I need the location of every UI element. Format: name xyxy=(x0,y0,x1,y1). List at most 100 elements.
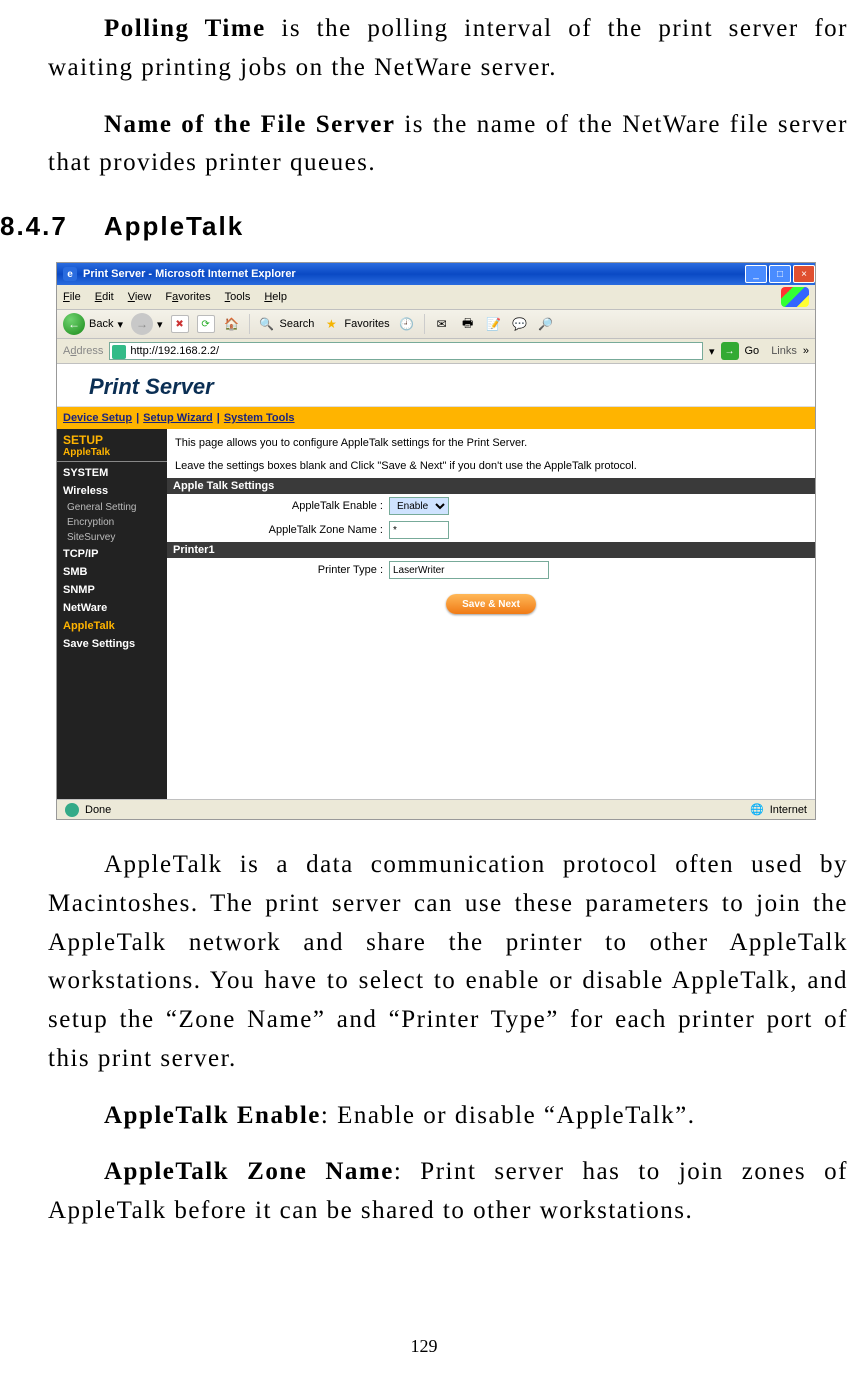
maximize-button[interactable]: □ xyxy=(769,265,791,283)
tab-sep-2: | xyxy=(217,412,220,424)
sidebar-item-save-settings[interactable]: Save Settings xyxy=(57,635,167,653)
history-button[interactable]: 🕘 xyxy=(398,315,416,333)
sidebar-separator xyxy=(57,461,167,462)
paragraph-file-server: Name of the File Server is the name of t… xyxy=(48,106,848,184)
row-appletalk-enable: AppleTalk Enable : Enable xyxy=(167,494,815,518)
tab-sep: | xyxy=(136,412,139,424)
status-done-text: Done xyxy=(85,804,111,816)
term-polling-time: Polling Time xyxy=(104,15,266,42)
address-label: Address xyxy=(63,345,103,357)
sidebar-item-appletalk[interactable]: AppleTalk xyxy=(57,617,167,635)
section-title: AppleTalk xyxy=(104,211,244,241)
ie-app-icon: e xyxy=(63,267,77,281)
forward-button[interactable]: → ▾ xyxy=(131,313,163,335)
menu-tools[interactable]: Tools xyxy=(225,291,251,303)
search-label: Search xyxy=(280,318,315,330)
brand-row: Print Server xyxy=(57,364,815,407)
sidebar-item-system[interactable]: SYSTEM xyxy=(57,464,167,482)
sidebar-sub-encryption[interactable]: Encryption xyxy=(57,515,167,530)
tab-strip: Device Setup | Setup Wizard | System Too… xyxy=(57,407,815,429)
window-title: Print Server - Microsoft Internet Explor… xyxy=(83,268,296,280)
label-appletalk-enable: AppleTalk Enable : xyxy=(173,500,383,512)
sidebar-item-wireless[interactable]: Wireless xyxy=(57,482,167,500)
sidebar-sub-general[interactable]: General Setting xyxy=(57,500,167,515)
refresh-button[interactable]: ⟳ xyxy=(197,315,215,333)
forward-dropdown-icon: ▾ xyxy=(157,318,163,331)
menu-favorites[interactable]: Favorites xyxy=(165,291,210,303)
sidebar-head: SETUP xyxy=(57,429,167,447)
tab-device-setup[interactable]: Device Setup xyxy=(63,412,132,424)
appletalk-enable-desc: : Enable or disable “AppleTalk”. xyxy=(321,1102,696,1129)
links-label[interactable]: Links xyxy=(771,345,797,357)
page-number: 129 xyxy=(411,1336,438,1357)
label-zone-name: AppleTalk Zone Name : xyxy=(173,524,383,536)
term-appletalk-zone: AppleTalk Zone Name xyxy=(104,1158,394,1185)
menu-edit[interactable]: Edit xyxy=(95,291,114,303)
sidebar-item-tcpip[interactable]: TCP/IP xyxy=(57,545,167,563)
links-chevron-icon: » xyxy=(803,345,809,357)
sidebar-item-smb[interactable]: SMB xyxy=(57,563,167,581)
input-printer-type[interactable] xyxy=(389,561,549,579)
forward-icon: → xyxy=(131,313,153,335)
back-icon: ← xyxy=(63,313,85,335)
sidebar: SETUP AppleTalk SYSTEM Wireless General … xyxy=(57,429,167,799)
sidebar-item-netware[interactable]: NetWare xyxy=(57,599,167,617)
address-input[interactable] xyxy=(109,342,703,360)
paragraph-polling-time: Polling Time is the polling interval of … xyxy=(48,10,848,88)
home-button[interactable]: 🏠 xyxy=(223,315,241,333)
stop-button[interactable]: ✖ xyxy=(171,315,189,333)
internet-zone-icon: 🌐 xyxy=(750,803,764,816)
back-button[interactable]: ← Back ▾ xyxy=(63,313,123,335)
menu-file[interactable]: File xyxy=(63,291,81,303)
favorites-button[interactable]: ★ Favorites xyxy=(322,315,389,333)
windows-flag-icon xyxy=(781,287,809,307)
sidebar-sub-sitesurvey[interactable]: SiteSurvey xyxy=(57,530,167,545)
discuss-button[interactable]: 💬 xyxy=(511,315,529,333)
menu-view[interactable]: View xyxy=(128,291,152,303)
menu-bar: File Edit View Favorites Tools Help xyxy=(57,285,815,310)
address-bar: Address ▾ → Go Links » xyxy=(57,339,815,364)
save-next-button[interactable]: Save & Next xyxy=(446,594,536,614)
paragraph-appletalk-enable: AppleTalk Enable: Enable or disable “App… xyxy=(48,1097,848,1136)
section-number: 8.4.7 xyxy=(0,211,68,241)
minimize-button[interactable]: _ xyxy=(745,265,767,283)
close-button[interactable]: × xyxy=(793,265,815,283)
star-icon: ★ xyxy=(322,315,340,333)
toolbar-separator xyxy=(249,314,250,334)
back-label: Back xyxy=(89,318,113,330)
address-dropdown-icon[interactable]: ▾ xyxy=(709,345,715,358)
go-label: Go xyxy=(745,345,760,357)
research-button[interactable]: 🔎 xyxy=(537,315,555,333)
toolbar-separator-2 xyxy=(424,314,425,334)
go-button[interactable]: → xyxy=(721,342,739,360)
menu-help[interactable]: Help xyxy=(264,291,287,303)
input-zone-name[interactable] xyxy=(389,521,449,539)
select-appletalk-enable[interactable]: Enable xyxy=(389,497,449,515)
section-printer1: Printer1 xyxy=(167,542,815,558)
paragraph-appletalk-desc: AppleTalk is a data communication protoc… xyxy=(48,846,848,1079)
print-button[interactable]: 🖶 xyxy=(459,315,477,333)
term-appletalk-enable: AppleTalk Enable xyxy=(104,1102,321,1129)
term-file-server: Name of the File Server xyxy=(104,111,396,138)
label-printer-type: Printer Type : xyxy=(173,564,383,576)
sidebar-item-snmp[interactable]: SNMP xyxy=(57,581,167,599)
status-bar: Done 🌐 Internet xyxy=(57,799,815,819)
back-dropdown-icon: ▾ xyxy=(117,318,123,331)
status-zone-text: Internet xyxy=(770,804,807,816)
window-titlebar: e Print Server - Microsoft Internet Expl… xyxy=(57,263,815,285)
mail-button[interactable]: ✉ xyxy=(433,315,451,333)
tab-system-tools[interactable]: System Tools xyxy=(224,412,295,424)
edit-button[interactable]: 📝 xyxy=(485,315,503,333)
paragraph-appletalk-zone: AppleTalk Zone Name: Print server has to… xyxy=(48,1153,848,1231)
search-button[interactable]: 🔍 Search xyxy=(258,315,315,333)
intro-text: This page allows you to configure AppleT… xyxy=(167,429,815,478)
address-page-icon xyxy=(112,345,126,359)
search-icon: 🔍 xyxy=(258,315,276,333)
status-done-icon xyxy=(65,803,79,817)
section-appletalk-settings: Apple Talk Settings xyxy=(167,478,815,494)
row-printer-type: Printer Type : xyxy=(167,558,815,582)
row-zone-name: AppleTalk Zone Name : xyxy=(167,518,815,542)
screenshot-container: e Print Server - Microsoft Internet Expl… xyxy=(56,262,816,820)
main-pane: This page allows you to configure AppleT… xyxy=(167,429,815,799)
tab-setup-wizard[interactable]: Setup Wizard xyxy=(143,412,213,424)
